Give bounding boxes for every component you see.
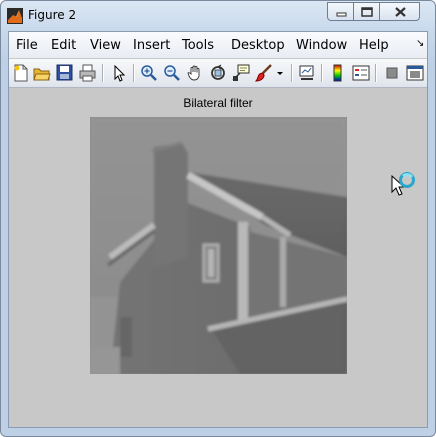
hide-plot-tools-icon: [386, 67, 398, 79]
colorbar-icon: [333, 64, 342, 82]
figure-window: Figure 2 File Edit View Insert Tools Des…: [0, 0, 436, 437]
window-title: Figure 2: [28, 8, 77, 22]
menu-edit[interactable]: Edit: [51, 38, 76, 53]
figure-client-area: File Edit View Insert Tools Desktop Wind…: [8, 31, 428, 428]
menu-tools[interactable]: Tools: [182, 38, 214, 53]
insert-legend-button[interactable]: [351, 63, 371, 83]
zoom-out-button[interactable]: [162, 63, 182, 83]
toolbar-separator: [291, 64, 293, 82]
legend-icon: [352, 65, 370, 81]
title-bar[interactable]: Figure 2: [1, 1, 435, 31]
minimize-icon: [336, 12, 347, 17]
menu-desktop[interactable]: Desktop: [231, 38, 285, 53]
zoom-in-button[interactable]: [139, 63, 159, 83]
edit-plot-button[interactable]: [109, 63, 129, 83]
insert-colorbar-button[interactable]: [328, 63, 348, 83]
menu-window[interactable]: Window: [296, 38, 347, 53]
link-plot-button[interactable]: [297, 63, 317, 83]
minimize-button[interactable]: [327, 2, 354, 21]
axes-title: Bilateral filter: [183, 96, 253, 110]
print-button[interactable]: [78, 63, 98, 83]
edit-plot-arrow-icon: [114, 64, 126, 82]
data-cursor-button[interactable]: [231, 63, 251, 83]
rotate-3d-icon: [211, 64, 225, 80]
brush-dropdown-button[interactable]: [275, 63, 285, 83]
filtered-house-image[interactable]: [90, 117, 347, 374]
show-plot-tools-button[interactable]: [405, 63, 425, 83]
rotate-3d-button[interactable]: [208, 63, 228, 83]
maximize-button[interactable]: [353, 2, 380, 21]
busy-cursor-icon: [390, 172, 416, 200]
close-icon: [395, 7, 406, 17]
save-button[interactable]: [55, 63, 75, 83]
show-plot-tools-icon: [406, 65, 424, 81]
toolbar-separator: [133, 64, 135, 82]
matlab-icon[interactable]: [7, 8, 23, 24]
menu-insert[interactable]: Insert: [133, 38, 170, 53]
menu-file[interactable]: File: [16, 38, 38, 53]
menu-view[interactable]: View: [90, 38, 121, 53]
toolbar-separator: [375, 64, 377, 82]
data-cursor-icon: [232, 64, 250, 81]
pan-button[interactable]: [185, 63, 205, 83]
print-icon: [79, 64, 96, 82]
save-icon: [56, 64, 73, 81]
pan-hand-icon: [187, 65, 200, 81]
open-file-button[interactable]: [32, 63, 52, 83]
zoom-in-icon: [141, 65, 157, 81]
open-file-icon: [33, 68, 51, 81]
hide-plot-tools-button[interactable]: [382, 63, 402, 83]
new-figure-button[interactable]: [11, 63, 31, 83]
menu-bar: File Edit View Insert Tools Desktop Wind…: [9, 32, 427, 58]
close-button[interactable]: [379, 2, 420, 21]
zoom-out-icon: [164, 65, 180, 81]
link-plot-icon: [299, 65, 314, 80]
toolbar-separator: [102, 64, 104, 82]
brush-button[interactable]: [254, 63, 274, 83]
maximize-icon: [361, 7, 373, 17]
figure-toolbar: [9, 59, 427, 88]
menu-help[interactable]: Help: [359, 38, 389, 53]
chevron-more-icon[interactable]: ↘: [416, 38, 424, 49]
toolbar-separator: [321, 64, 323, 82]
new-figure-icon: [14, 64, 28, 82]
brush-dropdown-icon: [277, 72, 283, 75]
brush-icon: [255, 64, 272, 82]
